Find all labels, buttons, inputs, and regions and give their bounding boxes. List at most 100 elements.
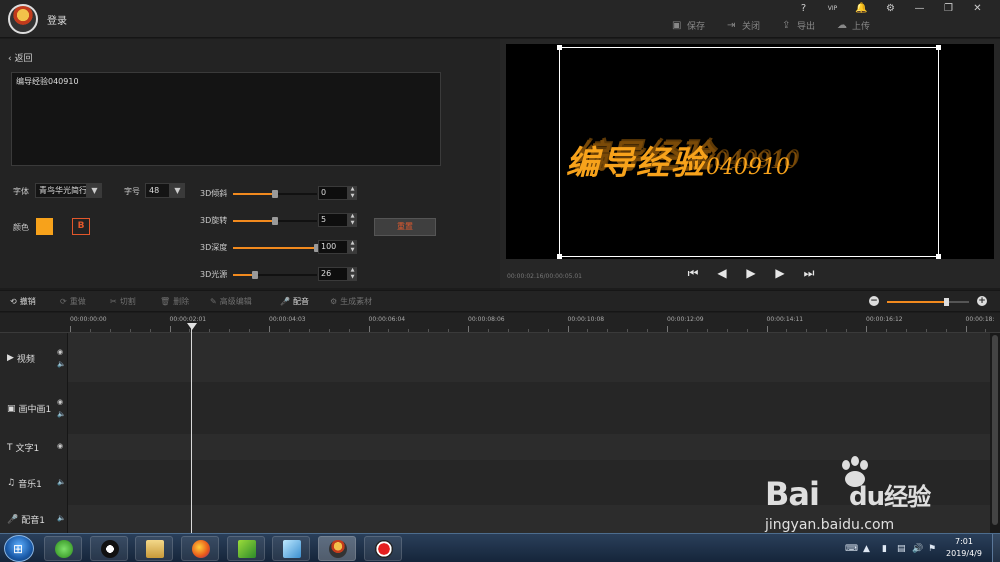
slider-value-input[interactable]: 5	[318, 213, 348, 227]
flag-icon[interactable]: ⚑	[928, 544, 936, 554]
text-frame[interactable]: 编导经验040910	[557, 45, 941, 259]
timeline-scrollbar[interactable]	[990, 333, 1000, 533]
export-button[interactable]: ⇪ 导出	[782, 19, 815, 32]
track-header[interactable]: ♫ 音乐1 🔈	[0, 460, 68, 505]
cut-button[interactable]: ✂ 切割	[110, 296, 136, 307]
minimize-icon[interactable]: —	[905, 2, 934, 16]
resize-handle[interactable]	[936, 45, 941, 50]
slider-value-input[interactable]: 26	[318, 267, 348, 281]
taskbar-app-recorder[interactable]	[364, 536, 402, 561]
bell-icon[interactable]: 🔔	[847, 2, 876, 16]
delete-button[interactable]: 🗑 删除	[160, 296, 189, 307]
preview-canvas[interactable]: 编导经验040910	[506, 44, 994, 259]
taskbar-app-media[interactable]	[227, 536, 265, 561]
track-header[interactable]: T 文字1 ◉	[0, 434, 68, 460]
ruler-minor-tick	[507, 329, 509, 332]
spinner-icon[interactable]: ▲ ▼	[348, 186, 357, 200]
zoom-in-icon[interactable]: +	[977, 296, 987, 306]
eye-icon[interactable]: ◉	[57, 348, 63, 356]
window-controls: ? VIP 🔔 ⚙ — ❐ ✕	[789, 2, 992, 16]
slider-value-input[interactable]: 0	[318, 186, 348, 200]
keyboard-icon[interactable]: ⌨	[845, 544, 858, 554]
slider-thumb[interactable]	[272, 190, 278, 198]
eye-icon[interactable]: ◉	[57, 442, 63, 450]
chevron-down-icon[interactable]: ▼	[170, 183, 185, 198]
playhead-marker[interactable]	[187, 323, 197, 330]
chevron-down-icon[interactable]: ▼	[87, 183, 102, 198]
taskbar-app-tool[interactable]	[272, 536, 310, 561]
eye-icon[interactable]: ◉	[57, 398, 63, 406]
back-button[interactable]: ‹ 返回	[8, 51, 33, 64]
start-button[interactable]: ⊞	[4, 535, 34, 562]
taskbar-app-360[interactable]	[44, 536, 82, 561]
taskbar-app-explorer[interactable]	[135, 536, 173, 561]
undo-button[interactable]: ⟲ 撤销	[10, 296, 36, 307]
resize-handle[interactable]	[936, 254, 941, 259]
advanced-edit-button[interactable]: ✎ 高级编辑	[210, 296, 252, 307]
bold-button[interactable]: B	[72, 218, 90, 235]
track-header[interactable]: ▶ 视频 ◉ 🔈	[0, 333, 68, 382]
taskbar-app-qq[interactable]	[90, 536, 128, 561]
dubbing-button[interactable]: 🎤 配音	[280, 296, 309, 307]
skip-end-icon[interactable]: ⏭	[802, 266, 816, 280]
track-header[interactable]: ▣ 画中画1 ◉ 🔈	[0, 382, 68, 434]
skip-start-icon[interactable]: ⏮	[686, 266, 700, 280]
resize-handle[interactable]	[557, 254, 562, 259]
close-icon[interactable]: ✕	[963, 2, 992, 16]
speaker-icon[interactable]: 🔈	[57, 410, 66, 418]
maximize-icon[interactable]: ❐	[934, 2, 963, 16]
file-toolbar: ▣ 保存 ⇥ 关闭 ⇪ 导出 ☁ 上传	[672, 19, 870, 32]
speaker-icon[interactable]: 🔈	[57, 478, 66, 486]
color-swatch[interactable]	[36, 218, 53, 235]
reset-button[interactable]: 重置	[374, 218, 436, 236]
spinner-icon[interactable]: ▲ ▼	[348, 240, 357, 254]
vip-icon[interactable]: VIP	[818, 2, 847, 16]
zoom-slider[interactable]	[887, 298, 969, 306]
login-link[interactable]: 登录	[47, 12, 67, 27]
resize-handle[interactable]	[557, 45, 562, 50]
track-header[interactable]: 🎤 配音1 🔈	[0, 505, 68, 533]
taskbar-app-firefox[interactable]	[181, 536, 219, 561]
generate-asset-button[interactable]: ⚙ 生成素材	[330, 296, 372, 307]
zoom-out-icon[interactable]: −	[869, 296, 879, 306]
slider-track[interactable]	[233, 244, 320, 252]
track-lane[interactable]	[68, 382, 990, 434]
font-select[interactable]: 青鸟华光简行	[35, 183, 87, 198]
scrollbar-thumb[interactable]	[992, 335, 998, 525]
help-icon[interactable]: ?	[789, 2, 818, 16]
show-desktop-button[interactable]	[992, 534, 1000, 562]
play-icon[interactable]: ▶	[744, 266, 758, 280]
zoom-thumb[interactable]	[944, 298, 950, 306]
redo-button[interactable]: ⟳ 重做	[60, 296, 86, 307]
slider-thumb[interactable]	[272, 217, 278, 225]
step-back-icon[interactable]: ◀	[715, 266, 729, 280]
speaker-icon[interactable]: 🔈	[57, 360, 66, 368]
upload-button[interactable]: ☁ 上传	[837, 19, 870, 32]
size-select[interactable]: 48	[145, 183, 170, 198]
gear-icon[interactable]: ⚙	[876, 2, 905, 16]
text-input[interactable]: 编导经验040910	[11, 72, 441, 166]
track-lane[interactable]	[68, 333, 990, 382]
slider-track[interactable]	[233, 271, 317, 279]
slider-thumb[interactable]	[251, 271, 258, 279]
close-project-button[interactable]: ⇥ 关闭	[727, 19, 760, 32]
app-logo	[8, 4, 38, 34]
network-icon[interactable]: ▤	[897, 544, 906, 554]
slider-track[interactable]	[233, 190, 317, 198]
slider-value-input[interactable]: 100	[318, 240, 348, 254]
baidu-watermark: Bai du经验 jingyan.baidu.com	[765, 455, 955, 535]
playhead-line[interactable]	[191, 323, 192, 533]
speaker-icon[interactable]: 🔈	[57, 514, 66, 522]
spinner-icon[interactable]: ▲ ▼	[348, 267, 357, 281]
battery-icon[interactable]: ▮	[882, 544, 887, 554]
save-button[interactable]: ▣ 保存	[672, 19, 705, 32]
taskbar-app-editor[interactable]	[318, 536, 356, 561]
clock[interactable]: 7:01 2019/4/9	[940, 536, 988, 560]
timeline-ruler[interactable]: 00:00:00:00 00:00:02:01 00:00:04:03 00:00:0…	[0, 313, 1000, 333]
spinner-icon[interactable]: ▲ ▼	[348, 213, 357, 227]
preview-title-text: 编导经验040910	[566, 143, 790, 182]
chevron-up-icon[interactable]: ▲	[863, 544, 870, 554]
volume-icon[interactable]: 🔊	[912, 544, 923, 554]
step-forward-icon[interactable]: ▶	[773, 266, 787, 280]
slider-track[interactable]	[233, 217, 317, 225]
